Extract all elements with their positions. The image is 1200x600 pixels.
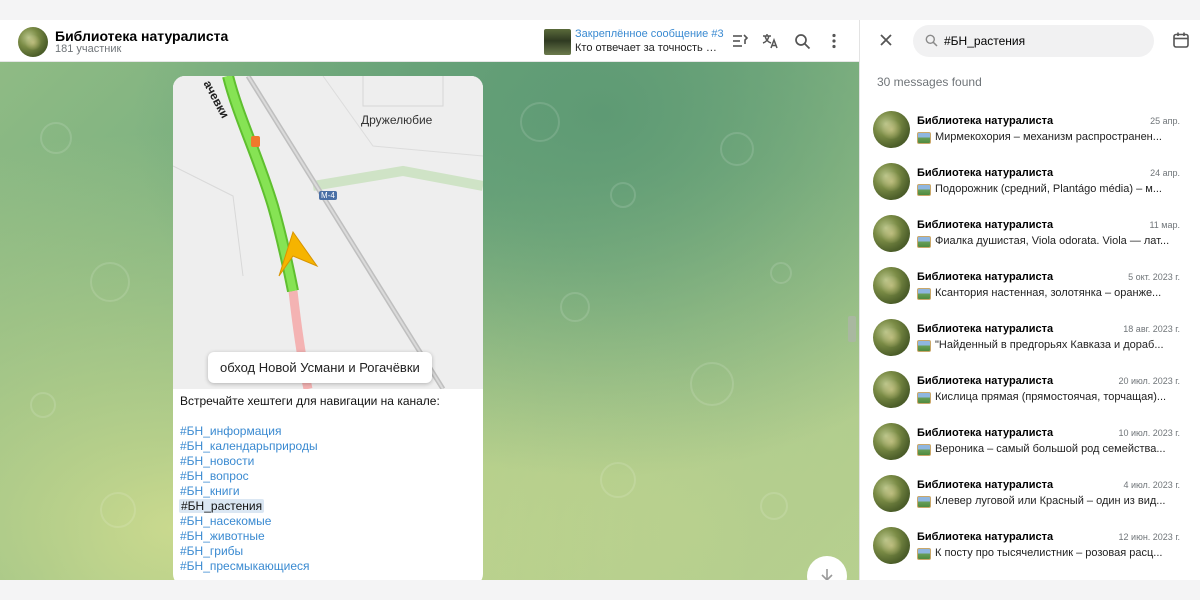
- search-icon: [925, 34, 938, 52]
- avatar: [873, 371, 910, 408]
- search-icon[interactable]: [791, 30, 813, 52]
- map-highway-badge: M-4: [319, 191, 337, 200]
- result-date: 25 апр.: [1150, 116, 1180, 126]
- result-date: 5 окт. 2023 г.: [1128, 272, 1180, 282]
- hashtag-link[interactable]: #БН_книги: [180, 484, 240, 498]
- avatar: [873, 163, 910, 200]
- search-result-item[interactable]: Библиотека натуралиста 11 мар. Фиалка ду…: [860, 209, 1200, 261]
- pinned-title: Закреплённое сообщение #3: [575, 28, 724, 40]
- chat-header[interactable]: Библиотека натуралиста 181 участник Закр…: [0, 20, 859, 62]
- result-snippet: "Найденный в предгорьях Кавказа и дораб.…: [935, 339, 1164, 351]
- search-result-item[interactable]: Библиотека натуралиста 5 окт. 2023 г. Кс…: [860, 261, 1200, 313]
- result-snippet: Кислица прямая (прямостоячая, торчащая).…: [935, 391, 1167, 403]
- image-icon: [917, 496, 931, 508]
- pinned-thumbnail: [544, 29, 571, 55]
- result-snippet: К посту про тысячелистник – розовая расц…: [935, 547, 1163, 559]
- image-icon: [917, 340, 931, 352]
- avatar: [873, 475, 910, 512]
- search-input[interactable]: [944, 32, 1144, 50]
- search-result-item[interactable]: Библиотека натуралиста 25 апр. Мирмекохо…: [860, 105, 1200, 157]
- image-icon: [917, 132, 931, 144]
- result-snippet: Подорожник (средний, Plantágo média) – м…: [935, 183, 1162, 195]
- message-intro: Встречайте хештеги для навигации на кана…: [180, 394, 440, 408]
- hashtag-link[interactable]: #БН_грибы: [180, 544, 243, 558]
- result-snippet: Мирмекохория – механизм распространен...: [935, 131, 1162, 143]
- image-icon: [917, 236, 931, 248]
- close-search-button[interactable]: [875, 31, 897, 53]
- hashtag-link-active[interactable]: #БН_растения: [179, 499, 265, 513]
- result-snippet: Вероника – самый большой род семейства..…: [935, 443, 1166, 455]
- result-title: Библиотека натуралиста: [917, 479, 1054, 491]
- map-caption: обход Новой Усмани и Рогачёвки: [208, 352, 432, 383]
- image-icon: [917, 392, 931, 404]
- telegram-window: Библиотека натуралиста 181 участник Закр…: [0, 20, 1200, 580]
- image-icon: [917, 184, 931, 196]
- result-date: 20 июл. 2023 г.: [1118, 376, 1180, 386]
- message-bubble[interactable]: ачевки Дружелюбие M-4 обход Новой Усмани…: [173, 76, 483, 580]
- search-result-item[interactable]: Библиотека натуралиста 10 июл. 2023 г. В…: [860, 417, 1200, 469]
- avatar: [873, 267, 910, 304]
- chat-title[interactable]: Библиотека натуралиста: [55, 28, 228, 44]
- search-result-item[interactable]: Библиотека натуралиста 4 июл. 2023 г. Кл…: [860, 469, 1200, 521]
- hashtag-link[interactable]: #БН_насекомые: [180, 514, 271, 528]
- close-icon: [879, 33, 893, 52]
- result-date: 12 июн. 2023 г.: [1118, 532, 1180, 542]
- pinned-message-bar[interactable]: Закреплённое сообщение #3 Кто отвечает з…: [543, 27, 724, 57]
- more-icon[interactable]: [823, 30, 845, 52]
- search-result-item[interactable]: Библиотека натуралиста 18 авг. 2023 г. "…: [860, 313, 1200, 365]
- translate-icon[interactable]: [759, 30, 781, 52]
- map-town-label: Дружелюбие: [361, 113, 433, 127]
- chat-avatar[interactable]: [18, 27, 48, 57]
- result-date: 4 июл. 2023 г.: [1123, 480, 1180, 490]
- hashtag-link[interactable]: #БН_вопрос: [180, 469, 249, 483]
- search-panel: 30 messages found Библиотека натуралиста…: [859, 20, 1200, 580]
- calendar-icon: [1172, 32, 1190, 53]
- app-root: Библиотека натуралиста 181 участник Закр…: [0, 0, 1200, 600]
- search-result-item[interactable]: Библиотека натуралиста 12 июн. 2023 г. К…: [860, 521, 1200, 573]
- result-date: 18 авг. 2023 г.: [1123, 324, 1180, 334]
- search-box[interactable]: [913, 25, 1154, 57]
- result-snippet: Ксантория настенная, золотянка – оранже.…: [935, 287, 1162, 299]
- hashtag-link[interactable]: #БН_календарьприроды: [180, 439, 318, 453]
- result-date: 24 апр.: [1150, 168, 1180, 178]
- hashtag-link[interactable]: #БН_информация: [180, 424, 281, 438]
- chevron-down-icon: [820, 568, 834, 580]
- result-title: Библиотека натуралиста: [917, 167, 1054, 179]
- pinned-text: Кто отвечает за точность оп...: [575, 42, 721, 54]
- calendar-button[interactable]: [1172, 31, 1192, 51]
- avatar: [873, 423, 910, 460]
- result-date: 11 мар.: [1149, 220, 1180, 230]
- result-title: Библиотека натуралиста: [917, 375, 1054, 387]
- pinned-list-icon[interactable]: [729, 30, 751, 52]
- avatar: [873, 527, 910, 564]
- map-image[interactable]: ачевки Дружелюбие M-4 обход Новой Усмани…: [173, 76, 483, 389]
- hashtag-link[interactable]: #БН_животные: [180, 529, 265, 543]
- avatar: [873, 111, 910, 148]
- chat-area: Библиотека натуралиста 181 участник Закр…: [0, 20, 859, 580]
- result-title: Библиотека натуралиста: [917, 115, 1054, 127]
- result-snippet: Клевер луговой или Красный – один из вид…: [935, 495, 1166, 507]
- avatar: [873, 215, 910, 252]
- result-date: 10 июл. 2023 г.: [1118, 428, 1180, 438]
- chat-member-count: 181 участник: [55, 43, 122, 55]
- search-result-item[interactable]: Библиотека натуралиста 20 июл. 2023 г. К…: [860, 365, 1200, 417]
- hashtag-link[interactable]: #БН_новости: [180, 454, 254, 468]
- image-icon: [917, 288, 931, 300]
- chat-scrollbar[interactable]: [848, 316, 856, 342]
- result-snippet: Фиалка душистая, Viola odorata. Viola — …: [935, 235, 1170, 247]
- result-title: Библиотека натуралиста: [917, 323, 1054, 335]
- search-result-item[interactable]: Библиотека натуралиста 24 апр. Подорожни…: [860, 157, 1200, 209]
- result-title: Библиотека натуралиста: [917, 531, 1054, 543]
- image-icon: [917, 548, 931, 560]
- avatar: [873, 319, 910, 356]
- result-title: Библиотека натуралиста: [917, 271, 1054, 283]
- image-icon: [917, 444, 931, 456]
- result-title: Библиотека натуралиста: [917, 219, 1054, 231]
- results-count: 30 messages found: [877, 75, 982, 89]
- result-title: Библиотека натуралиста: [917, 427, 1054, 439]
- hashtag-link[interactable]: #БН_пресмыкающиеся: [180, 559, 310, 573]
